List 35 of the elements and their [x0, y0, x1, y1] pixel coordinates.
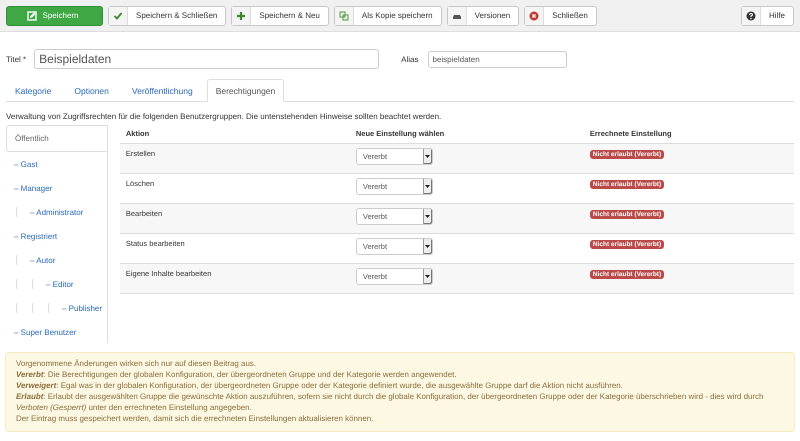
check-icon — [113, 10, 123, 20]
toolbar-button[interactable]: Speichern & Schließen — [108, 6, 226, 26]
caret-icon — [425, 245, 430, 248]
plus-icon — [236, 10, 246, 20]
title-label: Titel * — [6, 54, 26, 64]
title-field[interactable]: Beispieldaten — [34, 49, 380, 69]
tab[interactable]: Optionen — [65, 79, 118, 102]
close-icon — [529, 10, 540, 20]
group-item[interactable]: Öffentlich — [15, 134, 49, 143]
tab[interactable]: Kategorie — [6, 79, 60, 102]
group-item[interactable]: – Autor — [30, 256, 56, 264]
group-item[interactable]: – Gast — [14, 160, 38, 168]
group-item[interactable]: – Editor — [46, 280, 74, 288]
group-item[interactable]: – Super Benutzer — [14, 328, 76, 336]
group-item[interactable]: – Publisher — [62, 304, 102, 312]
tab[interactable]: Veröffentlichung — [122, 79, 202, 102]
toolbar-button[interactable]: Als Kopie speichern — [334, 6, 442, 26]
edit-icon — [27, 10, 38, 20]
caret-icon — [425, 185, 430, 188]
group-item[interactable]: – Manager — [14, 184, 52, 192]
help-button[interactable]: Hilfe — [740, 6, 794, 26]
copy-icon — [338, 10, 349, 20]
toolbar-button[interactable]: Schließen — [524, 6, 597, 26]
group-item[interactable]: – Registriert — [14, 232, 58, 240]
caret-icon — [425, 275, 430, 278]
tab[interactable]: Berechtigungen — [206, 79, 284, 102]
alias-field[interactable]: beispieldaten — [428, 50, 566, 68]
caret-icon — [425, 215, 430, 218]
alias-label: Alias — [401, 54, 418, 64]
help-icon — [746, 10, 756, 20]
caret-icon — [425, 155, 430, 158]
toolbar-button[interactable]: Speichern & Neu — [231, 6, 329, 26]
group-item[interactable]: – Administrator — [30, 208, 84, 216]
toolbar-button[interactable]: Versionen — [446, 6, 520, 26]
description-text: Verwaltung von Zugriffsrechten für die folgenden Benutzergruppen. Die untenstehenden Hinweise sollten beachtet werden. — [6, 112, 442, 121]
